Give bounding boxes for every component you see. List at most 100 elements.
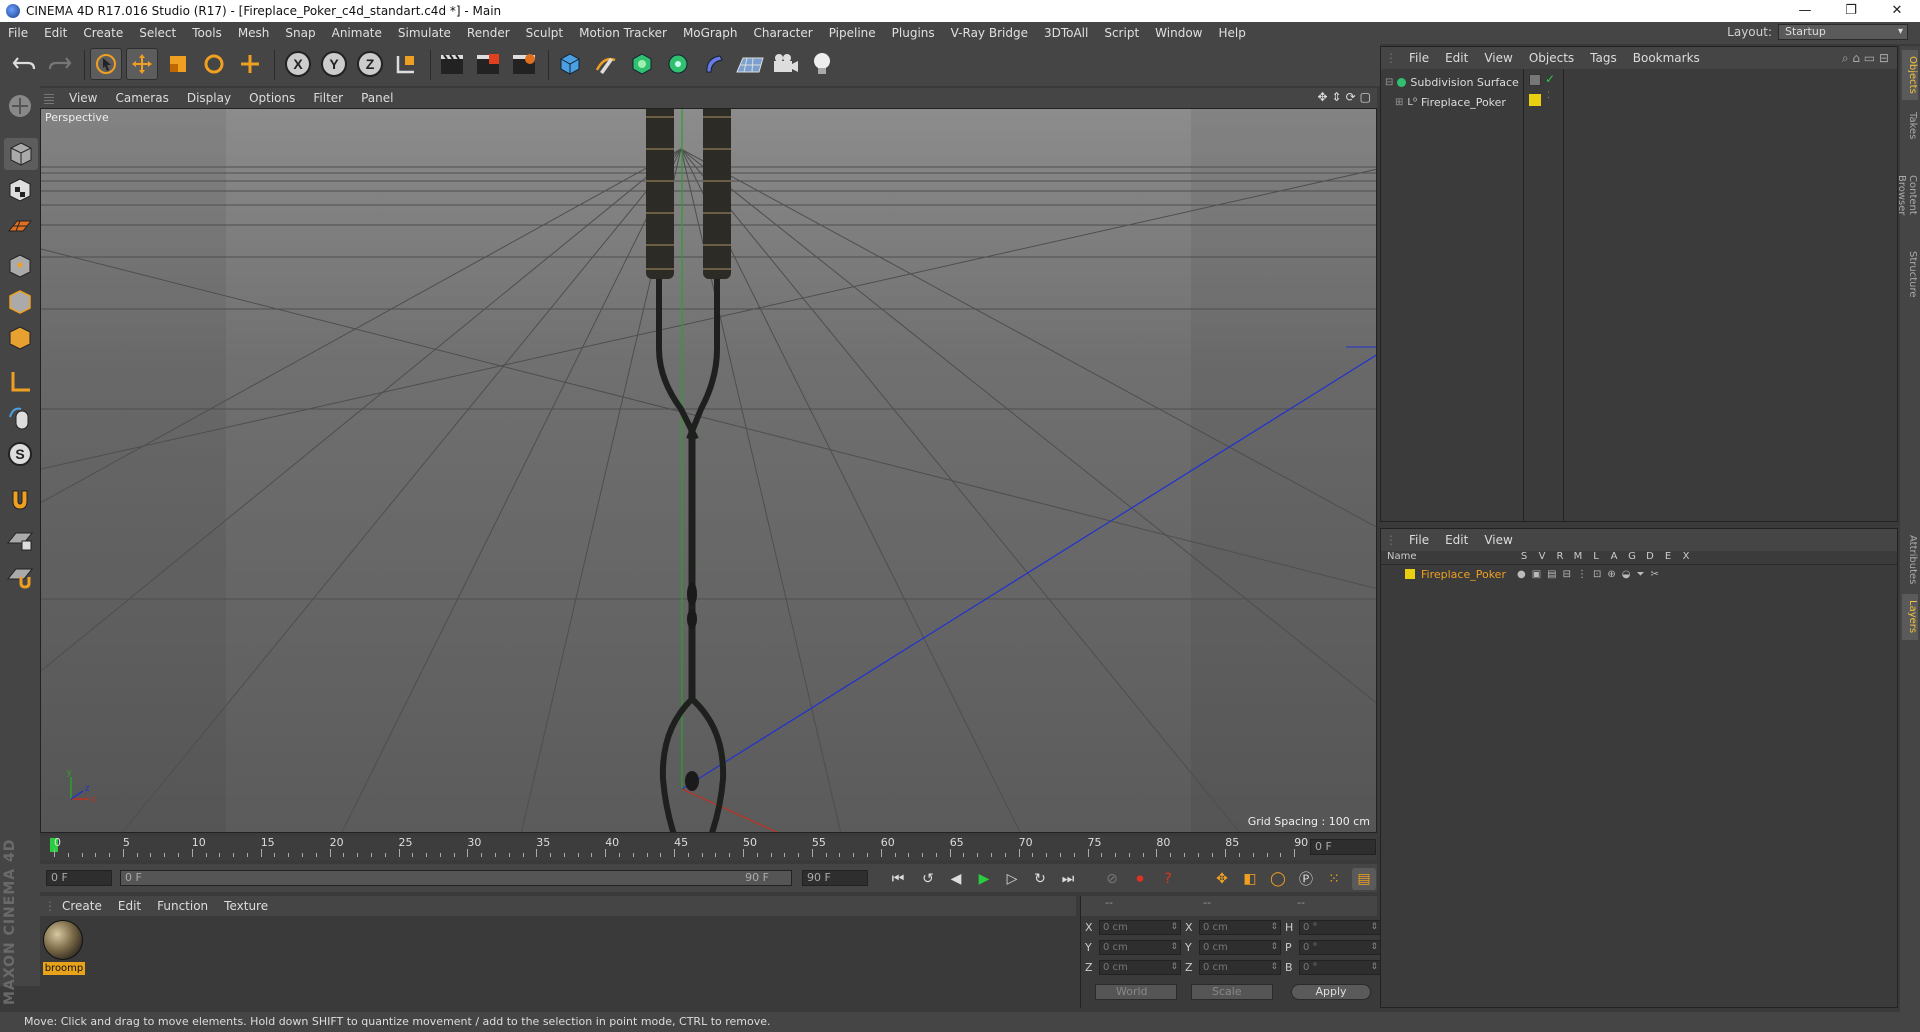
menu-plugins[interactable]: Plugins — [884, 22, 943, 44]
menu-simulate[interactable]: Simulate — [390, 22, 459, 44]
go-to-start-button[interactable]: ⏮ — [886, 868, 910, 890]
tree-collapse-icon[interactable]: ⊟ — [1385, 77, 1393, 88]
object-row-fireplace-poker[interactable]: ⊞ L⁰ Fireplace_Poker — [1395, 93, 1506, 111]
material-menu-create[interactable]: Create — [54, 899, 110, 913]
object-menu-edit[interactable]: Edit — [1437, 51, 1476, 65]
fireplace-poker-model[interactable] — [646, 109, 731, 833]
tab-takes[interactable]: Takes — [1902, 106, 1918, 146]
go-to-end-button[interactable]: ⏭ — [1056, 868, 1080, 890]
light-button[interactable] — [806, 48, 838, 80]
subdivision-surface-button[interactable] — [626, 48, 658, 80]
object-search-icon[interactable]: ⌕ ⌂ ▭ ⊟ — [1842, 51, 1889, 66]
keyframe-selection-button[interactable]: ? — [1156, 868, 1180, 890]
object-menu-objects[interactable]: Objects — [1521, 51, 1582, 65]
size-z-field[interactable]: 0 cm — [1199, 960, 1281, 975]
menu-character[interactable]: Character — [745, 22, 820, 44]
viewport-rotate-icon[interactable]: ⟳ — [1346, 90, 1356, 104]
3d-viewport[interactable]: y x z Perspective Grid Spacing : 100 cm — [40, 108, 1377, 833]
material-swatch[interactable]: broomp — [43, 920, 85, 976]
layer-color-icon[interactable] — [1405, 569, 1415, 579]
menu-sculpt[interactable]: Sculpt — [518, 22, 571, 44]
maximize-button[interactable]: ❐ — [1828, 0, 1874, 22]
layer-menu-view[interactable]: View — [1476, 533, 1520, 547]
axis-mode-button[interactable] — [3, 366, 37, 398]
magnet-button[interactable] — [3, 484, 37, 516]
menu-window[interactable]: Window — [1147, 22, 1210, 44]
recent-tool-button[interactable] — [234, 48, 266, 80]
col-manager[interactable]: M — [1569, 551, 1587, 564]
pos-z-field[interactable]: 0 cm — [1099, 960, 1181, 975]
tree-expand-icon[interactable]: ⊞ — [1395, 97, 1403, 108]
workplane-mode-button[interactable] — [3, 210, 37, 242]
col-expressions[interactable]: E — [1659, 551, 1677, 564]
scale-tool-button[interactable] — [162, 48, 194, 80]
object-menu-view[interactable]: View — [1476, 51, 1520, 65]
menu-edit[interactable]: Edit — [36, 22, 75, 44]
polygons-mode-button[interactable] — [3, 322, 37, 354]
size-y-field[interactable]: 0 cm — [1199, 940, 1281, 955]
render-view-button[interactable] — [436, 48, 468, 80]
edges-mode-button[interactable] — [3, 286, 37, 318]
texture-mode-button[interactable] — [3, 174, 37, 206]
tab-attributes[interactable]: Attributes — [1902, 530, 1918, 590]
cloner-button[interactable] — [662, 48, 694, 80]
rot-h-field[interactable]: 0 ° — [1299, 920, 1381, 935]
menu-help[interactable]: Help — [1210, 22, 1253, 44]
material-menu-function[interactable]: Function — [149, 899, 216, 913]
floor-button[interactable] — [734, 48, 766, 80]
camera-button[interactable] — [770, 48, 802, 80]
viewport-menu-view[interactable]: View — [60, 91, 106, 105]
object-row-subdivision-surface[interactable]: ⊟ Subdivision Surface — [1385, 73, 1519, 91]
next-frame-button[interactable]: ▷ — [1000, 868, 1024, 890]
points-mode-button[interactable] — [3, 250, 37, 282]
model-mode-button[interactable] — [4, 138, 38, 170]
redo-button[interactable] — [44, 48, 76, 80]
col-solo[interactable]: S — [1515, 551, 1533, 564]
layer-color-swatch[interactable] — [1529, 94, 1541, 106]
menu-script[interactable]: Script — [1096, 22, 1147, 44]
tweak-mode-button[interactable] — [3, 402, 37, 434]
menu-tools[interactable]: Tools — [184, 22, 230, 44]
x-axis-lock-button[interactable]: X — [282, 48, 314, 80]
undo-button[interactable] — [8, 48, 40, 80]
timeline-layout-button[interactable]: ▤ — [1352, 868, 1376, 890]
visibility-dots-icon[interactable]: ⁚ — [1547, 91, 1550, 101]
rot-p-field[interactable]: 0 ° — [1299, 940, 1381, 955]
snapping-button[interactable]: S — [3, 438, 37, 470]
col-animation[interactable]: A — [1605, 551, 1623, 564]
menu-mesh[interactable]: Mesh — [230, 22, 278, 44]
col-view[interactable]: V — [1533, 551, 1551, 564]
previous-frame-button[interactable]: ◀ — [944, 868, 968, 890]
key-pla-button[interactable]: ⁙ — [1322, 868, 1346, 890]
material-menu-texture[interactable]: Texture — [216, 899, 276, 913]
menu-select[interactable]: Select — [131, 22, 184, 44]
key-rotation-button[interactable]: ◯ — [1266, 868, 1290, 890]
col-name[interactable]: Name — [1381, 551, 1515, 564]
current-frame-field[interactable]: 0 F — [1310, 839, 1376, 855]
size-x-field[interactable]: 0 cm — [1199, 920, 1281, 935]
key-parameter-button[interactable]: Ⓟ — [1294, 868, 1318, 890]
end-frame-field[interactable]: 90 F — [802, 870, 868, 886]
viewport-maximize-icon[interactable]: ▢ — [1360, 90, 1371, 104]
z-axis-lock-button[interactable]: Z — [354, 48, 386, 80]
menu-motion-tracker[interactable]: Motion Tracker — [571, 22, 675, 44]
viewport-menu-display[interactable]: Display — [178, 91, 240, 105]
render-to-picture-viewer-button[interactable] — [472, 48, 504, 80]
coordinate-system-button[interactable] — [390, 48, 422, 80]
key-scale-button[interactable]: ◧ — [1238, 868, 1262, 890]
move-tool-button[interactable] — [126, 48, 158, 80]
deformer-button[interactable] — [698, 48, 730, 80]
tab-structure[interactable]: Structure — [1902, 244, 1918, 304]
previous-key-button[interactable]: ↺ — [916, 868, 940, 890]
coordinate-space-dropdown[interactable]: World — [1095, 984, 1177, 1000]
render-settings-button[interactable] — [508, 48, 540, 80]
col-deformers[interactable]: D — [1641, 551, 1659, 564]
editor-visibility-toggle[interactable] — [1529, 74, 1541, 86]
locked-workplane-button[interactable] — [3, 524, 37, 556]
rot-b-field[interactable]: 0 ° — [1299, 960, 1381, 975]
make-editable-button[interactable] — [3, 90, 37, 122]
layer-toggle-icons[interactable]: ●▣▤⊟⋮⊡⊕◒⏷✂ — [1517, 569, 1665, 580]
layer-menu-file[interactable]: File — [1401, 533, 1437, 547]
object-menu-bookmarks[interactable]: Bookmarks — [1625, 51, 1708, 65]
size-mode-dropdown[interactable]: Scale — [1191, 984, 1273, 1000]
